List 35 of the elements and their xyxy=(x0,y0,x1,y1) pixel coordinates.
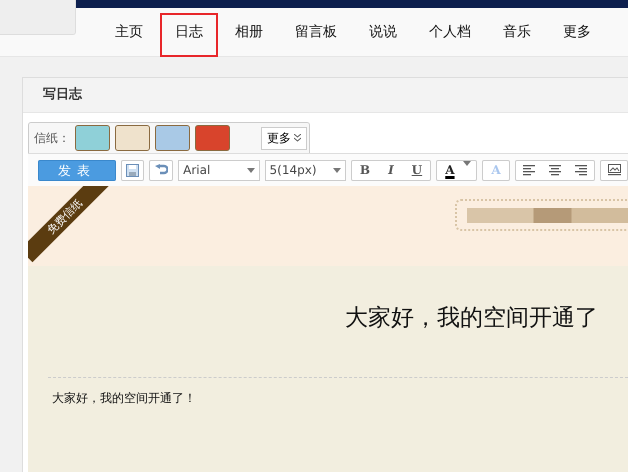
caret-icon xyxy=(246,168,255,172)
italic-button[interactable]: I xyxy=(378,160,404,180)
size-select[interactable]: 5(14px) xyxy=(264,160,346,180)
document-title: 大家好，我的空间开通了 xyxy=(344,304,599,333)
stationery-thumbnail[interactable] xyxy=(155,125,190,151)
caret-icon xyxy=(462,160,471,166)
image-icon[interactable] xyxy=(608,164,620,176)
nav-tab[interactable]: 相册 xyxy=(220,13,278,51)
ribbon-label: 免费信纸 xyxy=(28,186,110,262)
nav-tab[interactable]: 留言板 xyxy=(280,13,352,51)
font-select[interactable]: Arial xyxy=(178,160,260,180)
more-button[interactable]: 更多 xyxy=(261,126,307,150)
save-button[interactable] xyxy=(120,160,144,180)
stationery-thumbnail[interactable] xyxy=(195,125,230,151)
panel-title: 写日志 xyxy=(23,78,628,113)
stationery-thumbnail[interactable] xyxy=(115,125,150,151)
nav-tab[interactable]: 主页 xyxy=(100,13,158,51)
nav-tab[interactable]: 个人档 xyxy=(414,13,486,51)
nav-tab[interactable]: 更多 xyxy=(548,13,606,51)
undo-icon xyxy=(154,164,168,176)
undo-button[interactable] xyxy=(149,160,174,180)
bold-button[interactable]: B xyxy=(352,160,378,180)
caret-icon xyxy=(333,168,342,172)
nav-tab[interactable]: 说说 xyxy=(354,13,412,51)
align-left-icon[interactable] xyxy=(523,164,535,176)
save-icon xyxy=(126,164,139,176)
underline-button[interactable]: U xyxy=(404,160,430,180)
document-body: 大家好，我的空间开通了！ xyxy=(52,390,197,407)
nav-tab[interactable]: 音乐 xyxy=(488,13,546,51)
stationery-thumbnail[interactable] xyxy=(75,125,110,151)
align-center-icon[interactable] xyxy=(549,164,561,176)
chevron-down-icon xyxy=(294,134,301,142)
stationery-label: 信纸： xyxy=(34,130,70,146)
align-right-icon[interactable] xyxy=(575,164,587,176)
nav-tab[interactable]: 日志 xyxy=(160,13,218,57)
